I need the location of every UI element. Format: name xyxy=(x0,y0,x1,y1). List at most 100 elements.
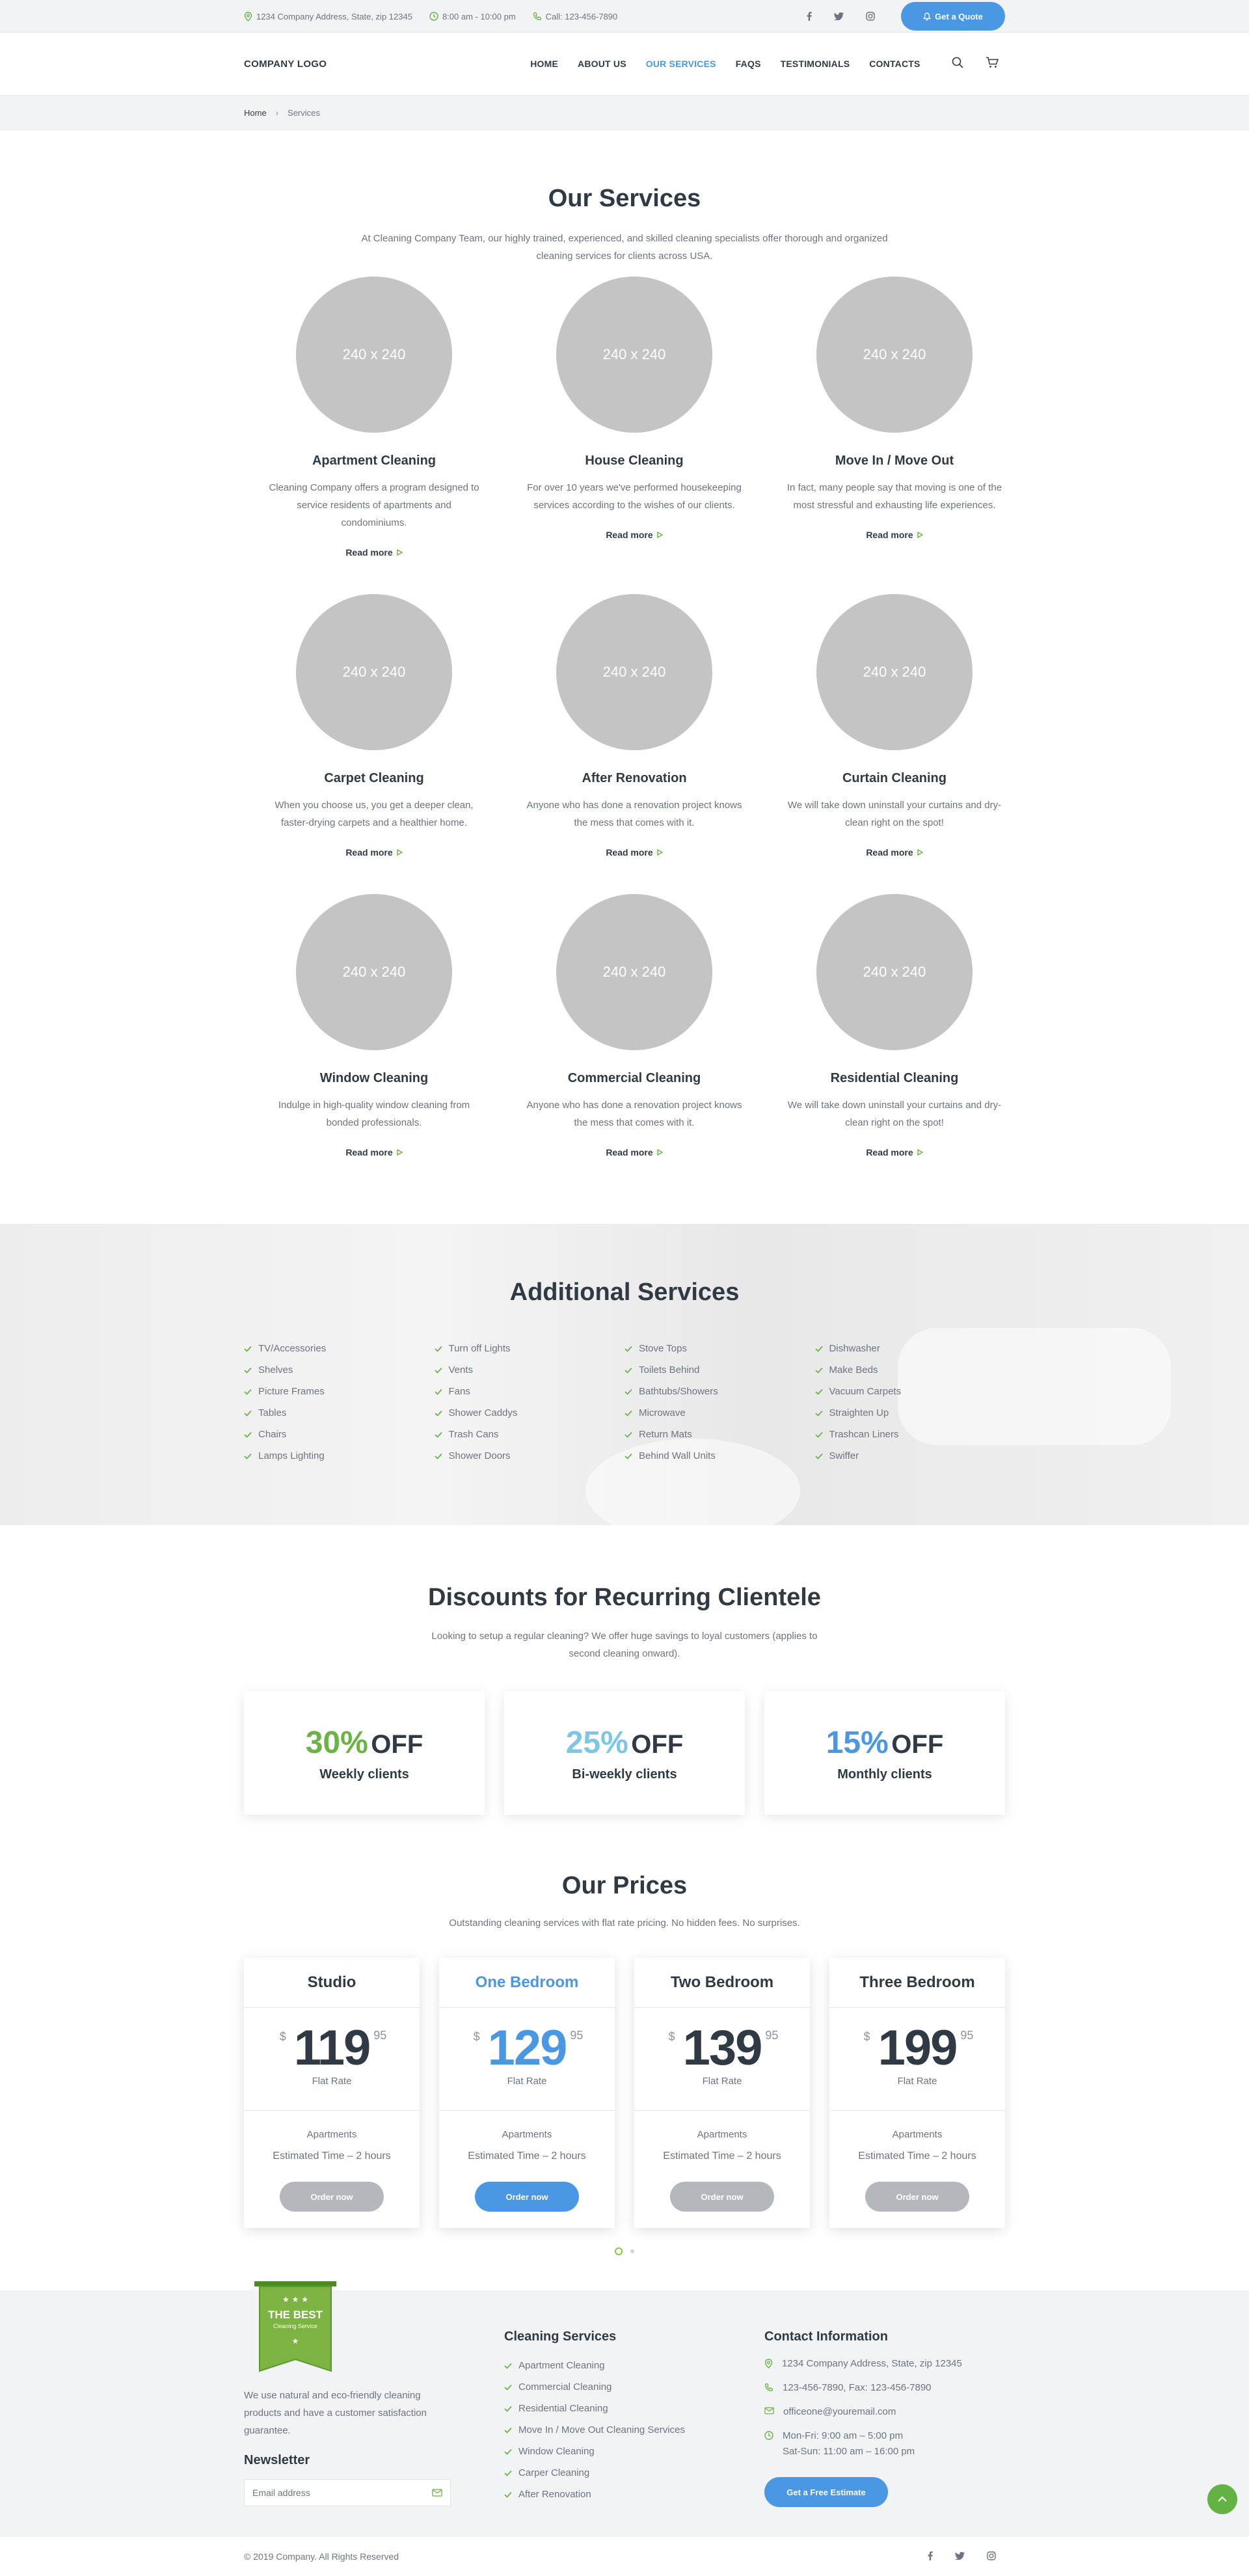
carousel-dot-active[interactable] xyxy=(615,2247,623,2255)
send-envelope-icon[interactable] xyxy=(432,2489,442,2497)
get-a-quote-button[interactable]: Get a Quote xyxy=(901,2,1005,31)
footer-service-link[interactable]: Move In / Move Out Cleaning Services xyxy=(504,2419,685,2441)
footer-service-link[interactable]: After Renovation xyxy=(504,2484,685,2505)
instagram-icon[interactable] xyxy=(987,2551,996,2562)
twitter-icon[interactable] xyxy=(955,2551,965,2562)
nav-faqs[interactable]: FAQS xyxy=(736,59,761,69)
list-item: Turn off Lights xyxy=(434,1338,625,1359)
service-title[interactable]: House Cleaning xyxy=(504,454,764,468)
nav-home[interactable]: HOME xyxy=(530,59,558,69)
footer-service-label: Window Cleaning xyxy=(518,2446,595,2457)
order-now-button[interactable]: Order now xyxy=(280,2182,384,2212)
read-more-link[interactable]: Read more xyxy=(606,1147,663,1158)
discount-off-label: OFF xyxy=(371,1730,423,1759)
topbar-hours-text: 8:00 am - 10:00 pm xyxy=(442,11,516,21)
service-image-placeholder: 240 x 240 xyxy=(816,594,973,750)
footer-service-link[interactable]: Commercial Cleaning xyxy=(504,2376,685,2398)
pricing-card: Three Bedroom $199 95 Flat Rate Apartments Es… xyxy=(829,1958,1005,2228)
price-cents: 95 xyxy=(373,2029,387,2042)
read-more-link[interactable]: Read more xyxy=(345,847,403,858)
services-grid: 240 x 240 Apartment Cleaning Cleaning Comp… xyxy=(244,277,1005,1159)
service-title[interactable]: Move In / Move Out xyxy=(764,454,1025,468)
list-item-label: Vacuum Carpets xyxy=(829,1386,902,1397)
prices-section: Our Prices Outstanding cleaning services… xyxy=(0,1815,1249,2255)
footer-service-link[interactable]: Window Cleaning xyxy=(504,2441,685,2462)
newsletter-email-input[interactable]: Email address xyxy=(244,2479,451,2506)
plan-name: Two Bedroom xyxy=(670,1973,774,1991)
check-icon xyxy=(814,1431,823,1438)
service-title[interactable]: Apartment Cleaning xyxy=(244,454,504,468)
list-item: Straighten Up xyxy=(814,1402,1006,1424)
read-more-link[interactable]: Read more xyxy=(345,1147,403,1158)
service-title[interactable]: Commercial Cleaning xyxy=(504,1071,764,1086)
additional-services-title: Additional Services xyxy=(509,1279,740,1306)
read-more-link[interactable]: Read more xyxy=(345,547,403,558)
plan-price: $199 95 xyxy=(864,2021,974,2076)
footer-service-label: Carper Cleaning xyxy=(518,2467,590,2478)
service-title[interactable]: Residential Cleaning xyxy=(764,1071,1025,1086)
read-more-link[interactable]: Read more xyxy=(866,530,923,540)
read-more-link[interactable]: Read more xyxy=(866,1147,923,1158)
price-cents: 95 xyxy=(570,2029,584,2042)
nav-contacts[interactable]: CONTACTS xyxy=(869,59,920,69)
read-more-label: Read more xyxy=(866,530,913,540)
facebook-icon[interactable] xyxy=(807,12,812,21)
contact-hours-weekend: Sat-Sun: 11:00 am – 16:00 pm xyxy=(783,2446,915,2457)
prices-title: Our Prices xyxy=(561,1872,688,1899)
top-bar: 1234 Company Address, State, zip 12345 8… xyxy=(0,0,1249,33)
order-now-button[interactable]: Order now xyxy=(475,2182,579,2212)
list-item-label: Dishwasher xyxy=(829,1343,880,1354)
nav-about-us[interactable]: ABOUT US xyxy=(578,59,626,69)
breadcrumb-home[interactable]: Home xyxy=(244,108,267,118)
get-free-estimate-button[interactable]: Get a Free Estimate xyxy=(764,2477,888,2507)
service-title[interactable]: Curtain Cleaning xyxy=(764,771,1025,786)
read-more-link[interactable]: Read more xyxy=(606,530,663,540)
service-card: 240 x 240 House Cleaning For over 10 years… xyxy=(504,277,764,559)
discount-label: Weekly clients xyxy=(319,1767,409,1782)
discount-card: 30% OFF Weekly clients xyxy=(244,1691,485,1815)
service-card: 240 x 240 Apartment Cleaning Cleaning Comp… xyxy=(244,277,504,559)
service-description: We will take down uninstall your curtain… xyxy=(787,1100,1002,1128)
service-title[interactable]: Window Cleaning xyxy=(244,1071,504,1086)
placeholder-label: 240 x 240 xyxy=(342,664,406,680)
cart-icon[interactable] xyxy=(986,57,999,72)
check-icon xyxy=(624,1410,632,1417)
check-icon xyxy=(434,1453,442,1459)
instagram-icon[interactable] xyxy=(866,12,875,21)
footer-service-link[interactable]: Apartment Cleaning xyxy=(504,2355,685,2376)
topbar-phone-text: Call: 123-456-7890 xyxy=(545,11,618,21)
list-item: Dishwasher xyxy=(814,1338,1006,1359)
read-more-link[interactable]: Read more xyxy=(866,847,923,858)
discount-percent: 30% xyxy=(305,1726,368,1760)
list-item-label: Bathtubs/Showers xyxy=(639,1386,718,1397)
footer-service-link[interactable]: Carper Cleaning xyxy=(504,2462,685,2484)
prices-intro: Outstanding cleaning services with flat … xyxy=(449,1918,800,1929)
read-more-link[interactable]: Read more xyxy=(606,847,663,858)
service-card: 240 x 240 Residential Cleaning We will tak… xyxy=(764,894,1025,1159)
footer-service-link[interactable]: Residential Cleaning xyxy=(504,2398,685,2419)
read-more-label: Read more xyxy=(866,1147,913,1158)
list-item: Chairs xyxy=(244,1424,435,1445)
contact-email-link[interactable]: officeone@youremail.com xyxy=(783,2404,896,2420)
nav-our-services[interactable]: OUR SERVICES xyxy=(646,59,716,69)
footer-contact-column: Contact Information 1234 Company Address… xyxy=(764,2329,962,2507)
additional-services-column: TV/Accessories Shelves Picture Frames Table… xyxy=(244,1338,435,1467)
carousel-dot[interactable] xyxy=(630,2249,634,2253)
list-item: Trash Cans xyxy=(434,1424,625,1445)
service-image-placeholder: 240 x 240 xyxy=(816,894,973,1050)
service-title[interactable]: After Renovation xyxy=(504,771,764,786)
twitter-icon[interactable] xyxy=(834,12,844,21)
order-now-button[interactable]: Order now xyxy=(865,2182,969,2212)
facebook-icon[interactable] xyxy=(928,2551,933,2562)
phone-icon xyxy=(764,2383,773,2391)
back-to-top-button[interactable] xyxy=(1207,2484,1237,2514)
footer-service-label: Move In / Move Out Cleaning Services xyxy=(518,2424,685,2435)
check-icon xyxy=(244,1410,252,1417)
company-logo[interactable]: COMPANY LOGO xyxy=(244,59,327,70)
read-more-label: Read more xyxy=(345,1147,393,1158)
read-more-label: Read more xyxy=(606,847,653,858)
order-now-button[interactable]: Order now xyxy=(670,2182,774,2212)
service-title[interactable]: Carpet Cleaning xyxy=(244,771,504,786)
search-icon[interactable] xyxy=(952,57,963,72)
nav-testimonials[interactable]: TESTIMONIALS xyxy=(781,59,850,69)
